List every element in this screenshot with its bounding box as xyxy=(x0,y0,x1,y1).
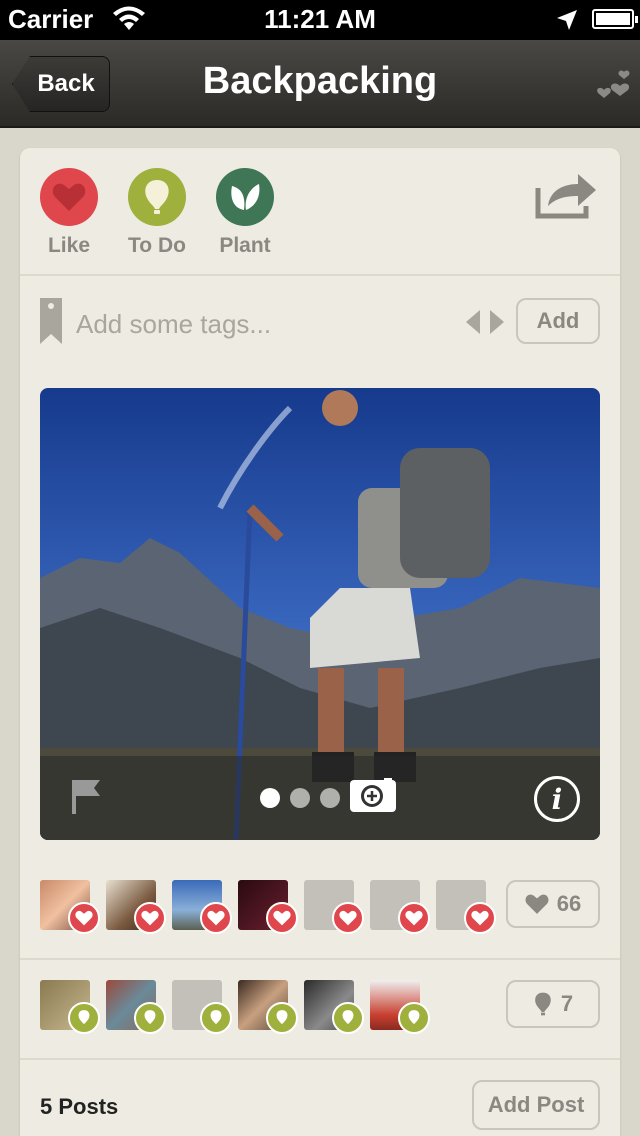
todos-count: 7 xyxy=(560,991,574,1016)
like-button[interactable]: Like xyxy=(29,168,109,258)
todo-badge-icon xyxy=(134,1002,166,1034)
battery-icon xyxy=(592,9,638,29)
page-indicator[interactable] xyxy=(260,788,340,808)
page-title: Backpacking xyxy=(202,60,438,102)
clock: 11:21 AM xyxy=(264,4,376,34)
tags-input[interactable] xyxy=(76,304,436,344)
like-badge-icon xyxy=(68,902,100,934)
plant-label: Plant xyxy=(219,234,271,257)
status-bar: Carrier 11:21 AM xyxy=(0,0,640,40)
like-badge-icon xyxy=(398,902,430,934)
divider xyxy=(20,958,620,960)
todos-row xyxy=(40,980,510,1050)
heart-icon xyxy=(52,183,86,211)
balloon-icon xyxy=(145,180,169,214)
todo-badge-icon xyxy=(266,1002,298,1034)
add-tag-button[interactable]: Add xyxy=(516,298,600,344)
balloon-icon xyxy=(535,992,551,1016)
likes-row xyxy=(40,880,510,950)
add-photo-icon[interactable] xyxy=(350,778,396,814)
flag-icon[interactable] xyxy=(70,778,102,814)
posts-count-label: 5 Posts xyxy=(40,1094,119,1119)
todo-badge-icon xyxy=(332,1002,364,1034)
main-photo[interactable]: i xyxy=(40,388,600,840)
todo-label: To Do xyxy=(128,234,186,257)
todo-badge-icon xyxy=(68,1002,100,1034)
share-icon[interactable] xyxy=(534,168,600,220)
plant-circle xyxy=(216,168,274,226)
divider xyxy=(20,1058,620,1060)
navigation-bar: Back Backpacking xyxy=(0,40,640,128)
page-dot xyxy=(320,788,340,808)
page-dot xyxy=(290,788,310,808)
like-circle xyxy=(40,168,98,226)
todo-button[interactable]: To Do xyxy=(117,168,197,258)
like-badge-icon xyxy=(266,902,298,934)
like-badge-icon xyxy=(134,902,166,934)
divider xyxy=(20,274,620,276)
location-arrow-icon xyxy=(557,10,577,30)
item-card: Like To Do Plant Add some tags... Add i … xyxy=(20,148,620,1136)
photo-toolbar: i xyxy=(40,756,600,840)
likes-count: 66 xyxy=(556,891,582,916)
like-badge-icon xyxy=(332,902,364,934)
info-icon[interactable]: i xyxy=(534,776,580,822)
page-dot xyxy=(260,788,280,808)
todo-circle xyxy=(128,168,186,226)
left-right-arrows-icon[interactable] xyxy=(464,310,506,334)
like-badge-icon xyxy=(464,902,496,934)
like-label: Like xyxy=(47,234,91,257)
leaf-icon xyxy=(231,184,260,210)
bookmark-tag-icon xyxy=(40,298,62,344)
heart-icon xyxy=(525,894,549,914)
todos-count-button[interactable]: 7 xyxy=(506,980,600,1028)
add-post-button[interactable]: Add Post xyxy=(472,1080,600,1130)
todo-badge-icon xyxy=(398,1002,430,1034)
like-badge-icon xyxy=(200,902,232,934)
likes-count-button[interactable]: 66 xyxy=(506,880,600,928)
plant-button[interactable]: Plant xyxy=(205,168,285,258)
hearts-icon[interactable] xyxy=(590,64,634,108)
todo-badge-icon xyxy=(200,1002,232,1034)
